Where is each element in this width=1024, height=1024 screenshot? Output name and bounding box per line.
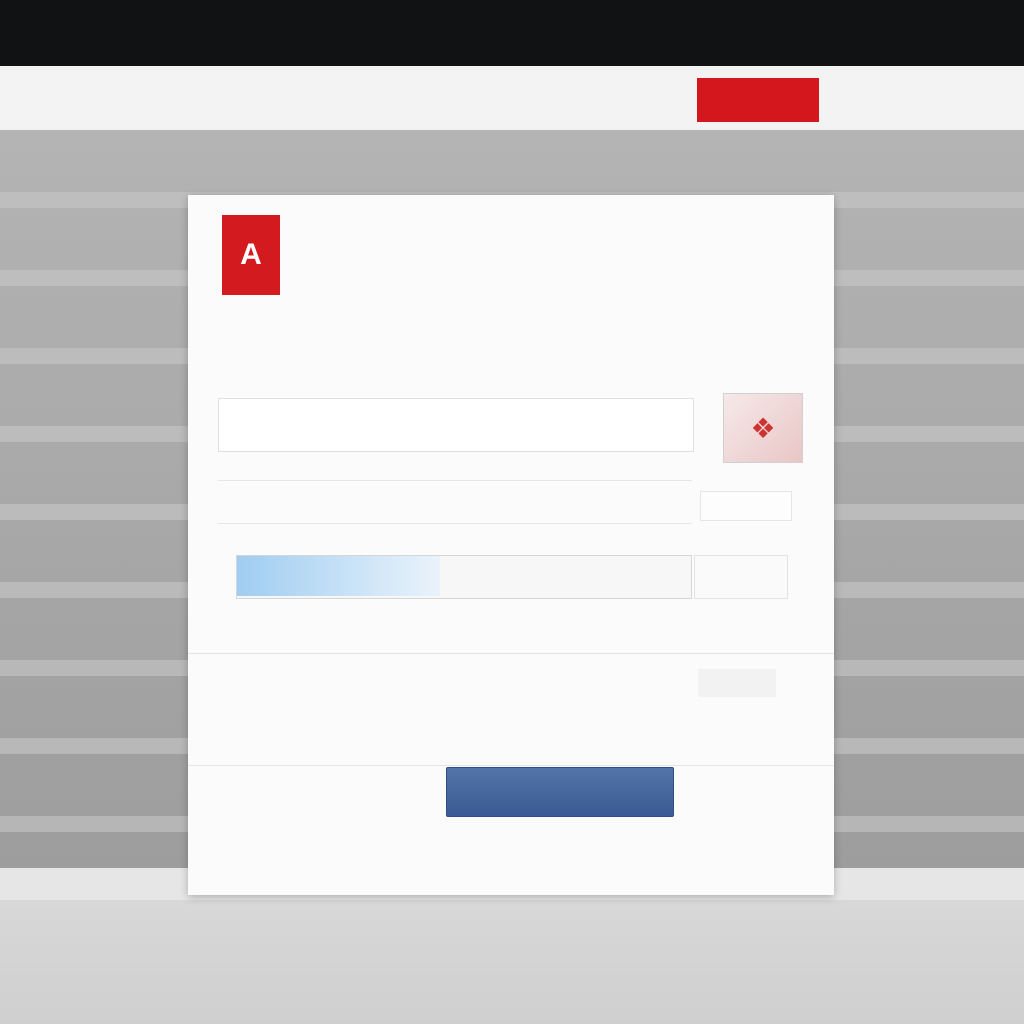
divider <box>188 653 834 654</box>
bottom-area <box>0 900 1024 1024</box>
modal-dialog: A ❖ <box>188 195 834 895</box>
row-a-field[interactable] <box>218 398 694 452</box>
browser-top-bar <box>0 0 1024 66</box>
row-b-field[interactable] <box>218 480 692 524</box>
option-side-box <box>698 669 776 697</box>
document-thumbnail[interactable]: ❖ <box>723 393 803 463</box>
header-red-button[interactable] <box>697 78 819 122</box>
logo-glyph: A <box>240 238 262 271</box>
document-icon: ❖ <box>750 412 776 444</box>
brand-logo: A <box>222 215 280 295</box>
progress-side-box[interactable] <box>694 555 788 599</box>
site-header <box>0 66 1024 132</box>
row-b-side-box[interactable] <box>700 491 792 521</box>
progress-fill <box>237 556 440 596</box>
primary-action-button[interactable] <box>446 767 674 817</box>
divider-lower <box>188 765 834 766</box>
